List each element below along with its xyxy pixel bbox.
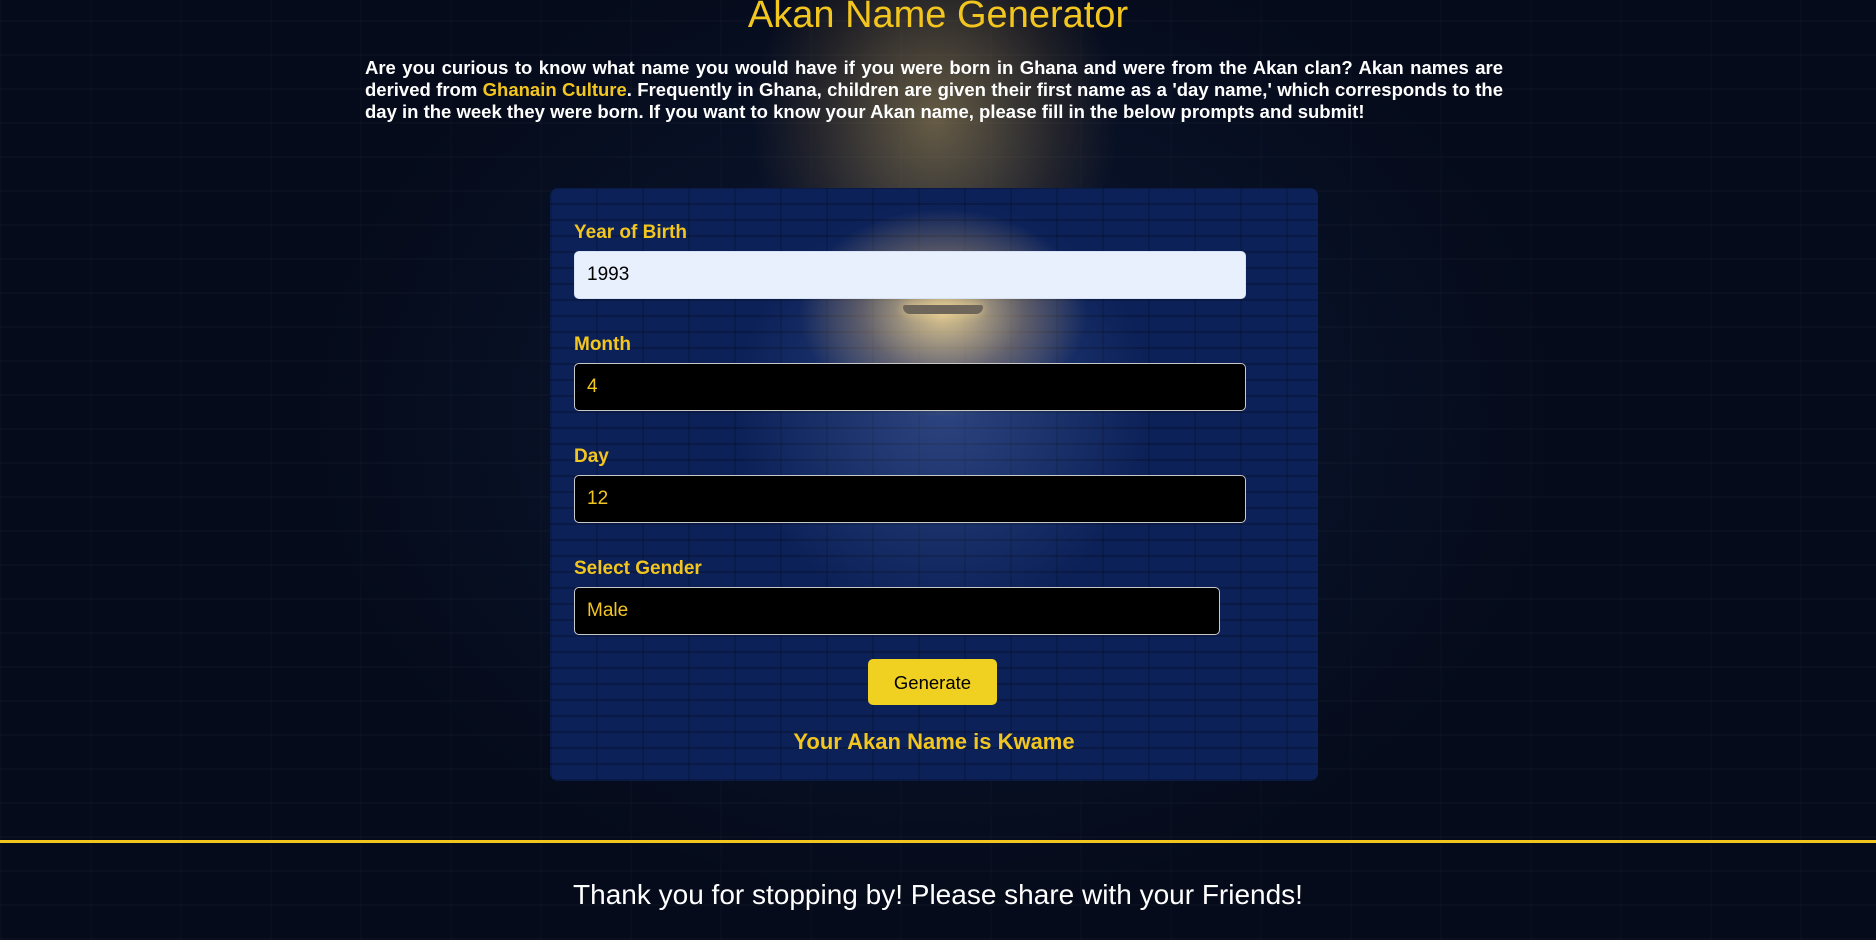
year-input[interactable]: 1993 [574,251,1246,299]
month-input[interactable]: 4 [574,363,1246,411]
generate-button[interactable]: Generate [868,659,997,705]
month-label: Month [574,334,631,355]
gender-select[interactable]: Male [574,587,1220,635]
footer-text: Thank you for stopping by! Please share … [573,879,1303,910]
day-label: Day [574,446,609,467]
page-title: Akan Name Generator [747,0,1129,36]
intro-paragraph: Are you curious to know what name you wo… [365,57,1503,123]
footer-divider [0,840,1876,843]
ghanain-culture-link[interactable]: Ghanain Culture [483,79,627,100]
year-label: Year of Birth [574,222,687,243]
result-text: Your Akan Name is Kwame [793,729,1075,754]
gender-label: Select Gender [574,558,702,579]
akan-form: Year of Birth 1993 Month 4 Day 12 Select… [550,188,1318,781]
wall-lamp-icon [903,305,983,314]
day-input[interactable]: 12 [574,475,1246,523]
